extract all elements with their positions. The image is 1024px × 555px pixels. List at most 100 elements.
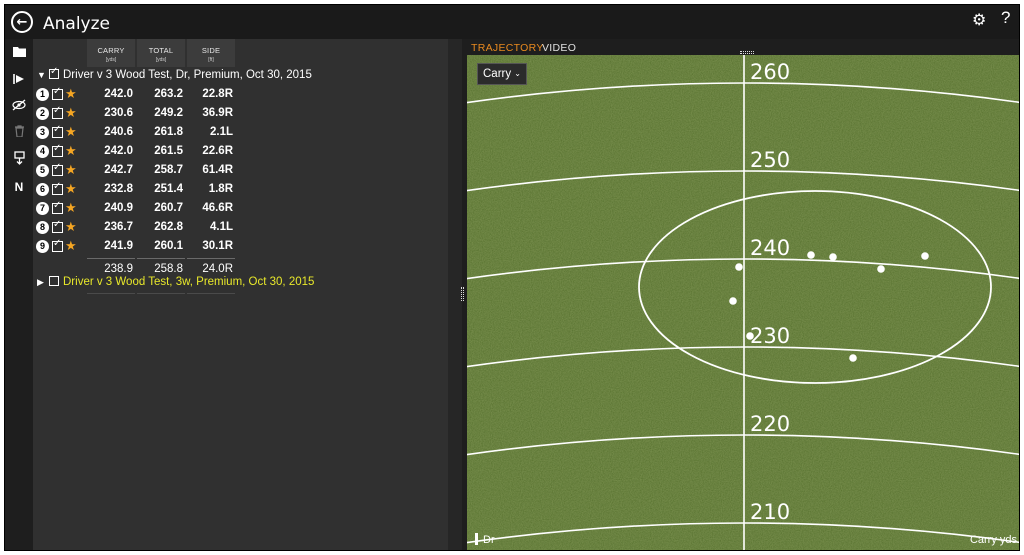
group-checkbox[interactable] (49, 66, 59, 79)
cell-total: 251.4 (154, 183, 183, 195)
star-icon[interactable]: ★ (65, 238, 77, 254)
table-row[interactable]: 8 ★ 236.7 262.8 4.1L (33, 218, 448, 237)
star-icon[interactable]: ★ (65, 86, 77, 102)
shot-number-badge: 9 (36, 240, 49, 253)
back-arrow-icon[interactable]: ← (11, 11, 33, 33)
dispersion-field: 260 250 240 230 220 210 Carry ⌄ Dr Carry yds (456, 55, 1019, 550)
shot-dot[interactable] (729, 297, 737, 305)
dispersion-chart: 260 250 240 230 220 210 (456, 55, 1019, 550)
expand-right-icon[interactable]: ▶ (37, 277, 49, 288)
column-header-side[interactable]: SIDE [ft] (187, 39, 235, 67)
shot-checkbox[interactable] (52, 105, 63, 119)
cell-side: 36.9R (202, 107, 233, 119)
shot-checkbox[interactable] (52, 124, 63, 138)
cell-carry: 242.0 (104, 88, 133, 100)
table-row[interactable]: 1 ★ 242.0 263.2 22.8R (33, 85, 448, 104)
group-title: Driver v 3 Wood Test, 3w, Premium, Oct 3… (63, 276, 315, 288)
help-icon[interactable]: ? (1001, 8, 1010, 28)
shot-checkbox[interactable] (52, 162, 63, 176)
cell-carry: 232.8 (104, 183, 133, 195)
shot-dot[interactable] (877, 265, 885, 273)
table-row[interactable]: 2 ★ 230.6 249.2 36.9R (33, 104, 448, 123)
shot-checkbox[interactable] (52, 238, 63, 252)
shot-number-badge: 7 (36, 202, 49, 215)
shot-dot[interactable] (921, 252, 929, 260)
panel-resize-grip[interactable] (740, 51, 754, 54)
trash-icon[interactable] (11, 125, 27, 141)
folder-icon[interactable] (11, 45, 27, 61)
table-row[interactable]: 4 ★ 242.0 261.5 22.6R (33, 142, 448, 161)
export-icon[interactable] (11, 151, 27, 167)
star-icon[interactable]: ★ (65, 124, 77, 140)
table-row[interactable]: 9 ★ 241.9 260.1 30.1R (33, 237, 448, 256)
visualization-panel: TRAJECTORY VIDEO 260 250 240 230 220 210 (456, 39, 1019, 550)
shot-dot[interactable] (746, 332, 754, 340)
shot-checkbox[interactable] (52, 86, 63, 100)
shot-number-badge: 8 (36, 221, 49, 234)
normalize-icon[interactable]: N (11, 179, 27, 195)
panel-splitter[interactable] (448, 39, 462, 550)
distance-label: 260 (750, 60, 790, 84)
cell-carry: 240.9 (104, 202, 133, 214)
cell-total: 261.8 (154, 126, 183, 138)
table-row[interactable]: 5 ★ 242.7 258.7 61.4R (33, 161, 448, 180)
tab-video[interactable]: VIDEO (542, 42, 576, 54)
shot-checkbox[interactable] (52, 181, 63, 195)
star-icon[interactable]: ★ (65, 105, 77, 121)
shot-dot[interactable] (735, 263, 743, 271)
cell-carry: 236.7 (104, 221, 133, 233)
table-row[interactable]: 7 ★ 240.9 260.7 46.6R (33, 199, 448, 218)
star-icon[interactable]: ★ (65, 200, 77, 216)
shot-number-badge: 5 (36, 164, 49, 177)
splitter-grip[interactable] (461, 287, 464, 301)
avg-side: 24.0R (202, 263, 233, 275)
app-window: ← Analyze ⚙ ? N CARRY [yds] TOTAL [yds] … (4, 4, 1020, 551)
shot-checkbox[interactable] (52, 219, 63, 233)
cell-side: 30.1R (202, 240, 233, 252)
group-checkbox[interactable] (49, 276, 59, 286)
tab-trajectory[interactable]: TRAJECTORY (471, 42, 544, 54)
shot-dot[interactable] (829, 253, 837, 261)
avg-total: 258.8 (154, 263, 183, 275)
group-row-3wood[interactable]: ▶ Driver v 3 Wood Test, 3w, Premium, Oct … (37, 276, 314, 292)
cell-total: 262.8 (154, 221, 183, 233)
shot-dot[interactable] (849, 354, 857, 362)
star-icon[interactable]: ★ (65, 162, 77, 178)
star-icon[interactable]: ★ (65, 219, 77, 235)
shot-number-badge: 1 (36, 88, 49, 101)
avg-carry: 238.9 (104, 263, 133, 275)
cell-side: 22.8R (202, 88, 233, 100)
shot-checkbox[interactable] (52, 200, 63, 214)
cell-total: 260.7 (154, 202, 183, 214)
column-header-carry[interactable]: CARRY [yds] (87, 39, 135, 67)
star-icon[interactable]: ★ (65, 181, 77, 197)
metric-unit-label: Carry yds (969, 534, 1017, 546)
cell-side: 4.1L (209, 221, 233, 233)
metric-select[interactable]: Carry ⌄ (477, 63, 527, 85)
cell-side: 2.1L (209, 126, 233, 138)
shot-number-badge: 3 (36, 126, 49, 139)
shot-data-panel: CARRY [yds] TOTAL [yds] SIDE [ft] ▼ Drive… (33, 39, 448, 550)
expand-down-icon[interactable]: ▼ (37, 70, 49, 80)
cell-carry: 242.7 (104, 164, 133, 176)
distance-label: 210 (750, 500, 790, 524)
eye-hidden-icon[interactable] (11, 99, 27, 115)
cell-side: 1.8R (208, 183, 233, 195)
shot-number-badge: 2 (36, 107, 49, 120)
distance-label: 230 (750, 324, 790, 348)
table-row[interactable]: 3 ★ 240.6 261.8 2.1L (33, 123, 448, 142)
gear-icon[interactable]: ⚙ (972, 10, 986, 29)
cell-total: 249.2 (154, 107, 183, 119)
shot-checkbox[interactable] (52, 143, 63, 157)
star-icon[interactable]: ★ (65, 143, 77, 159)
shot-dot[interactable] (807, 251, 815, 259)
table-row[interactable]: 6 ★ 232.8 251.4 1.8R (33, 180, 448, 199)
page-title: Analyze (43, 14, 110, 34)
flag-play-icon[interactable] (11, 73, 27, 89)
group-title: Driver v 3 Wood Test, Dr, Premium, Oct 3… (63, 69, 312, 81)
group-row-driver[interactable]: ▼ Driver v 3 Wood Test, Dr, Premium, Oct … (37, 66, 312, 85)
chevron-down-icon: ⌄ (514, 69, 521, 78)
cell-carry: 242.0 (104, 145, 133, 157)
shot-number-badge: 6 (36, 183, 49, 196)
column-header-total[interactable]: TOTAL [yds] (137, 39, 185, 67)
